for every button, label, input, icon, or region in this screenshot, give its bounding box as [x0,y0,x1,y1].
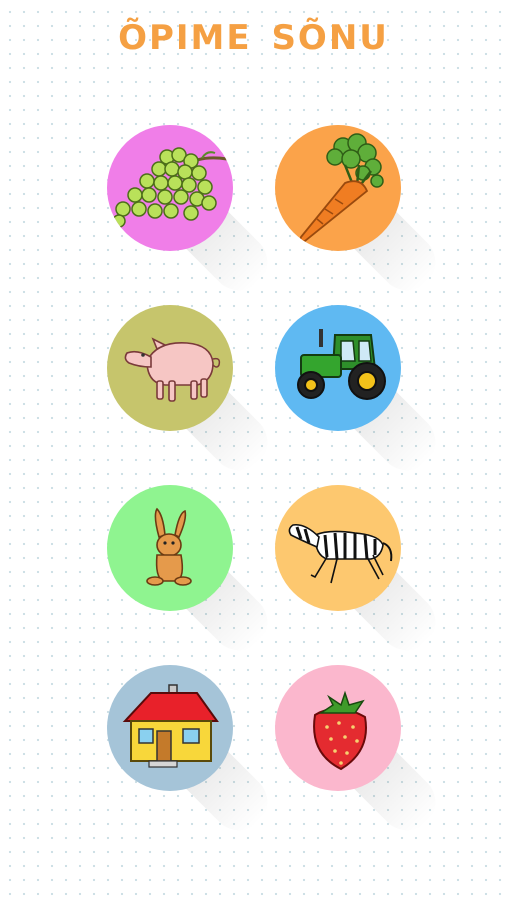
tile-disc [107,125,233,251]
tile-pig[interactable] [107,305,279,482]
tile-disc [275,305,401,431]
tile-disc [107,485,233,611]
grapes-icon [112,147,228,228]
tile-rabbit[interactable] [107,485,279,662]
tile-grapes[interactable] [107,125,279,302]
page-title: ÕPIME SÕNU [118,18,389,58]
strawberry-icon [313,690,367,771]
tile-tractor[interactable] [275,305,447,482]
tile-strawberry[interactable] [275,665,447,842]
pig-icon [124,337,221,402]
tile-disc [275,665,401,791]
tile-house[interactable] [107,665,279,842]
tile-zebra[interactable] [275,485,447,662]
rabbit-icon [146,507,192,586]
tractor-icon [297,329,386,400]
carrot-icon [299,133,384,243]
tile-disc [107,305,233,431]
house-icon [122,684,219,768]
zebra-icon [288,523,393,584]
tile-disc [275,485,401,611]
tile-disc [107,665,233,791]
tile-carrot[interactable] [275,125,447,302]
tile-disc [275,125,401,251]
